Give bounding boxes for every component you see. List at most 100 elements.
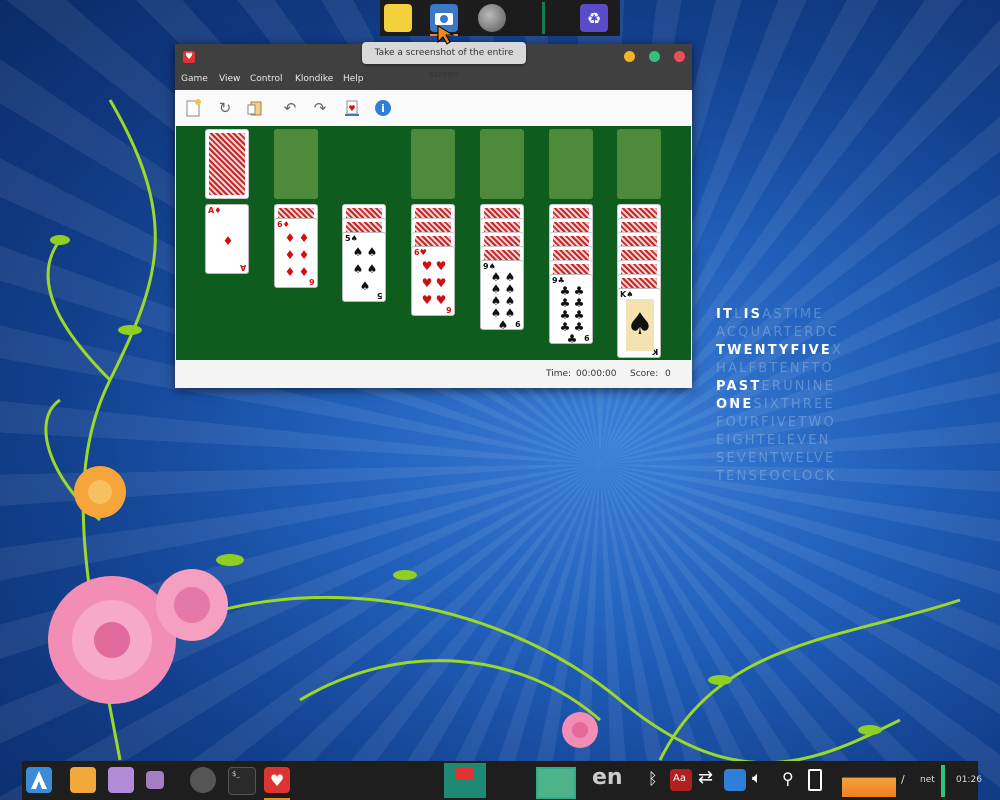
- card-rank: A♦: [208, 206, 222, 215]
- app-menu-icon[interactable]: [26, 767, 52, 793]
- word-clock-dim: SEVENTWELVE: [716, 451, 836, 466]
- foundation-slot[interactable]: [411, 129, 455, 199]
- panel-clock[interactable]: 01:26: [956, 775, 982, 785]
- word-clock-line: ONESIXTHREE: [716, 396, 876, 414]
- word-clock-lit: ONE: [716, 397, 754, 412]
- word-clock-lit: IS: [743, 307, 763, 322]
- word-clock-line: ITLISASTIME: [716, 306, 876, 324]
- face-up-card[interactable]: 6♥ 6 ♥ ♥ ♥ ♥ ♥ ♥: [411, 246, 455, 316]
- cpu-graph: [842, 765, 896, 797]
- word-clock: ITLISASTIME ACQUARTERDC TWENTYFIVEX HALFBTE…: [716, 306, 876, 486]
- recycle-bin-icon[interactable]: ♻: [580, 4, 608, 32]
- word-clock-dim: ASTIME: [762, 307, 824, 322]
- top-dock: ♻: [380, 0, 620, 36]
- klondike-app-icon[interactable]: ♥: [264, 767, 290, 793]
- word-clock-dim: TENSEOCLOCK: [716, 469, 837, 484]
- restart-icon[interactable]: ↻: [215, 98, 235, 118]
- deal-icon[interactable]: ♥: [342, 98, 362, 118]
- volume-icon[interactable]: 🔈︎: [752, 768, 762, 788]
- clock-app-icon[interactable]: [190, 767, 216, 793]
- folder-icon[interactable]: [108, 767, 134, 793]
- word-clock-dim: X: [831, 343, 844, 358]
- bottom-panel: $_ ♥ en ᛒ Aa ⇄ 🔈︎ ⚲ / net 01:26: [22, 761, 982, 800]
- new-game-icon[interactable]: [183, 98, 203, 118]
- window-preview-app[interactable]: [536, 767, 576, 799]
- svg-text:i: i: [381, 102, 385, 115]
- menu-view[interactable]: View: [219, 74, 240, 84]
- word-clock-dim: L: [734, 307, 744, 322]
- card-rank: K♠: [620, 290, 634, 299]
- face-up-card[interactable]: A♦ A ♦: [205, 204, 249, 274]
- menu-klondike[interactable]: Klondike: [295, 74, 333, 84]
- maximize-button[interactable]: [649, 51, 660, 62]
- keyboard-language[interactable]: en: [592, 765, 623, 790]
- foundation-slot[interactable]: [549, 129, 593, 199]
- card-pips: ♠ ♠ ♠ ♠ ♠ ♠ ♠ ♠ ♠: [490, 270, 516, 330]
- menu-game[interactable]: Game: [181, 74, 208, 84]
- location-icon[interactable]: ⚲: [782, 769, 794, 788]
- face-up-card[interactable]: 5♠ 5 ♠ ♠ ♠ ♠ ♠: [342, 232, 386, 302]
- minimize-button[interactable]: [624, 51, 635, 62]
- word-clock-line: PASTERUNINE: [716, 378, 876, 396]
- word-clock-dim: HALFBTENFTO: [716, 361, 834, 376]
- menu-help[interactable]: Help: [343, 74, 364, 84]
- card-rank: 6♥: [414, 248, 427, 257]
- card-rank: 5♠: [345, 234, 358, 243]
- foundation-slot[interactable]: [274, 129, 318, 199]
- face-up-card[interactable]: K♠ K ♠: [617, 288, 661, 358]
- word-clock-lit: PAST: [716, 379, 762, 394]
- bluetooth-icon[interactable]: ᛒ: [648, 769, 658, 788]
- card-pips: ♥ ♥ ♥ ♥ ♥ ♥: [421, 258, 447, 308]
- time-value: 00:00:00: [576, 369, 617, 379]
- hint-icon[interactable]: [245, 98, 265, 118]
- file-manager-icon[interactable]: [146, 771, 164, 789]
- word-clock-line: TENSEOCLOCK: [716, 468, 876, 486]
- card-pips: ♦ ♦ ♦ ♦ ♦ ♦: [284, 230, 310, 280]
- info-icon[interactable]: i: [373, 98, 393, 118]
- files-icon[interactable]: [70, 767, 96, 793]
- klondike-window: ♥ Klondike Game View Control Klondike He…: [175, 44, 692, 388]
- network-arrows-icon[interactable]: ⇄: [698, 767, 713, 788]
- time-label: Time:: [546, 369, 572, 379]
- undo-icon[interactable]: ↶: [280, 98, 300, 118]
- dictionary-icon[interactable]: Aa: [670, 769, 692, 791]
- word-clock-lit: TWENTYFIVE: [716, 343, 832, 358]
- dock-separator: [542, 2, 545, 34]
- net-label: net: [920, 775, 935, 785]
- redo-icon[interactable]: ↷: [310, 98, 330, 118]
- graph-separator: /: [901, 773, 905, 786]
- battery-icon[interactable]: [808, 769, 822, 791]
- foundation-slot[interactable]: [480, 129, 524, 199]
- toolbar: ↻ ↶ ↷ ♥ i: [175, 90, 692, 127]
- face-up-card[interactable]: 9♠ 9 ♠ ♠ ♠ ♠ ♠ ♠ ♠ ♠ ♠: [480, 260, 524, 330]
- word-clock-line: EIGHTELEVEN: [716, 432, 876, 450]
- word-clock-dim: ERUNINE: [761, 379, 836, 394]
- word-clock-line: FOURFIVETWO: [716, 414, 876, 432]
- word-clock-dim: FOURFIVETWO: [716, 415, 836, 430]
- menu-control[interactable]: Control: [250, 74, 283, 84]
- word-clock-dim: ACQUARTERDC: [716, 325, 839, 340]
- notes-icon[interactable]: [384, 4, 412, 32]
- game-felt[interactable]: A♦ A ♦ 6♦ 6 ♦ ♦ ♦ ♦ ♦ ♦ 5♠ 5 ♠ ♠ ♠ ♠ ♠ 6♥ 6 ♥ ♥ ♥ ♥ ♥ ♥ 9♠ 9 ♠ ♠ ♠ ♠ ♠ ♠ ♠…: [176, 126, 691, 360]
- word-clock-lit: IT: [716, 307, 735, 322]
- close-button[interactable]: [674, 51, 685, 62]
- svg-text:♥: ♥: [348, 104, 355, 113]
- word-clock-line: ACQUARTERDC: [716, 324, 876, 342]
- net-graph: [941, 765, 945, 797]
- terminal-icon[interactable]: $_: [228, 767, 256, 795]
- mouse-cursor-icon: [437, 25, 455, 45]
- face-up-card[interactable]: 9♣ 9 ♣ ♣ ♣ ♣ ♣ ♣ ♣ ♣ ♣: [549, 274, 593, 344]
- svg-text:♻: ♻: [587, 9, 601, 28]
- foundation-slot[interactable]: [617, 129, 661, 199]
- stock-pile[interactable]: [205, 129, 249, 199]
- window-preview-klondike[interactable]: [444, 763, 486, 798]
- moon-icon[interactable]: [478, 4, 506, 32]
- word-clock-dim: EIGHTELEVEN: [716, 433, 831, 448]
- score-label: Score:: [630, 369, 659, 379]
- face-up-card[interactable]: 6♦ 6 ♦ ♦ ♦ ♦ ♦ ♦: [274, 218, 318, 288]
- status-bar: Time: 00:00:00 Score: 0: [175, 360, 692, 388]
- card-rank: 6♦: [277, 220, 290, 229]
- display-icon[interactable]: [724, 769, 746, 791]
- svg-text:♥: ♥: [270, 771, 284, 790]
- word-clock-dim: SIXTHREE: [753, 397, 835, 412]
